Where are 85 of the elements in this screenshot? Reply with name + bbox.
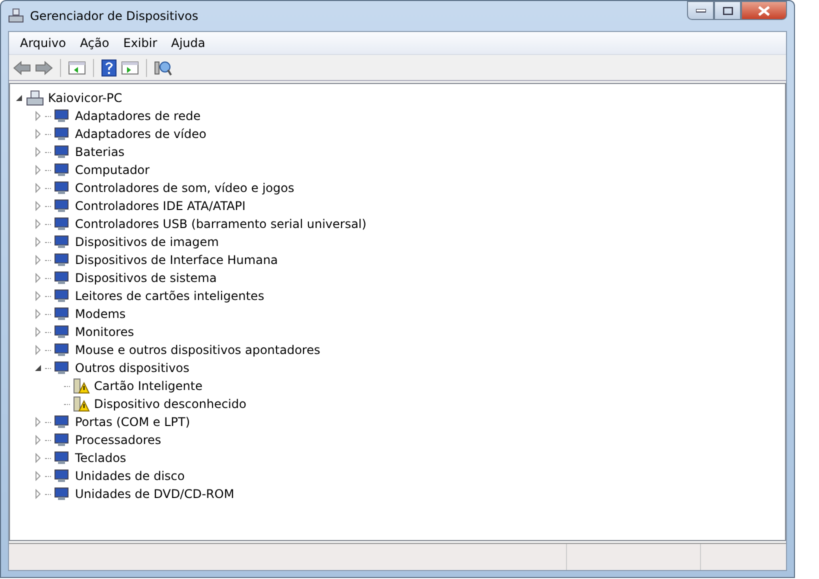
tree-item[interactable]: Leitores de cartões inteligentes	[75, 289, 264, 303]
expand-arrow-icon[interactable]	[33, 345, 43, 355]
device-icon	[53, 180, 71, 196]
device-icon	[53, 486, 71, 502]
tree-item[interactable]: Controladores USB (barramento serial universal)	[75, 217, 366, 231]
tree-item[interactable]: Teclados	[75, 451, 126, 465]
tree-item[interactable]: Unidades de disco	[75, 469, 185, 483]
close-icon	[758, 6, 770, 16]
tree-item[interactable]: Outros dispositivos	[75, 361, 190, 375]
tree-item[interactable]: Dispositivo desconhecido	[94, 397, 246, 411]
expand-arrow-icon[interactable]	[33, 111, 43, 121]
expand-arrow-icon[interactable]	[33, 165, 43, 175]
device-icon	[53, 324, 71, 340]
window-title: Gerenciador de Dispositivos	[30, 9, 200, 23]
expand-arrow-icon[interactable]	[33, 309, 43, 319]
tree-item[interactable]: Controladores IDE ATA/ATAPI	[75, 199, 246, 213]
tree-item[interactable]: Adaptadores de vídeo	[75, 127, 206, 141]
device-icon	[53, 216, 71, 232]
tree-item[interactable]: Kaiovicor-PC	[48, 91, 122, 105]
tree-item[interactable]: Controladores de som, vídeo e jogos	[75, 181, 294, 195]
device-icon	[53, 144, 71, 160]
warning-device-icon	[72, 396, 90, 412]
device-icon	[53, 126, 71, 142]
expand-arrow-icon[interactable]	[33, 471, 43, 481]
device-icon	[53, 288, 71, 304]
menu-item[interactable]: Ajuda	[164, 34, 212, 52]
tree-item[interactable]: Modems	[75, 307, 126, 321]
expand-arrow-icon[interactable]	[33, 291, 43, 301]
tree-item[interactable]: Adaptadores de rede	[75, 109, 201, 123]
back-icon[interactable]	[13, 60, 31, 74]
collapse-arrow-icon[interactable]	[33, 363, 43, 373]
device-icon	[53, 414, 71, 430]
menu-item[interactable]: Exibir	[116, 34, 164, 52]
tree-item[interactable]: Monitores	[75, 325, 134, 339]
device-manager-icon	[8, 8, 24, 24]
device-icon	[53, 468, 71, 484]
forward-icon[interactable]	[35, 60, 53, 74]
device-icon	[53, 252, 71, 268]
device-icon	[53, 234, 71, 250]
expand-arrow-icon[interactable]	[33, 417, 43, 427]
maximize-button[interactable]	[714, 1, 741, 20]
device-icon	[53, 306, 71, 322]
tree-item[interactable]: Mouse e outros dispositivos apontadores	[75, 343, 320, 357]
warning-device-icon	[72, 378, 90, 394]
device-icon	[53, 360, 71, 376]
tree-item[interactable]: Cartão Inteligente	[94, 379, 202, 393]
tree-item[interactable]: Baterias	[75, 145, 125, 159]
action-pane-icon[interactable]	[121, 60, 139, 76]
device-icon	[53, 342, 71, 358]
expand-arrow-icon[interactable]	[33, 435, 43, 445]
maximize-icon	[722, 6, 732, 14]
device-icon	[53, 450, 71, 466]
expand-arrow-icon[interactable]	[33, 327, 43, 337]
expand-arrow-icon[interactable]	[33, 201, 43, 211]
computer-icon	[26, 90, 44, 106]
tree-item[interactable]: Computador	[75, 163, 150, 177]
expand-arrow-icon[interactable]	[33, 129, 43, 139]
expand-arrow-icon[interactable]	[33, 183, 43, 193]
help-icon[interactable]	[101, 58, 117, 76]
minimize-icon	[696, 8, 706, 12]
collapse-arrow-icon[interactable]	[14, 93, 24, 103]
expand-arrow-icon[interactable]	[33, 255, 43, 265]
tree-item[interactable]: Processadores	[75, 433, 162, 447]
close-button[interactable]	[741, 1, 787, 20]
tree-item[interactable]: Portas (COM e LPT)	[75, 415, 190, 429]
expand-arrow-icon[interactable]	[33, 489, 43, 499]
device-icon	[53, 270, 71, 286]
menu-item[interactable]: Ação	[72, 34, 116, 52]
tree-item[interactable]: Unidades de DVD/CD-ROM	[75, 487, 234, 501]
minimize-button[interactable]	[687, 1, 714, 20]
device-icon	[53, 198, 71, 214]
expand-arrow-icon[interactable]	[33, 453, 43, 463]
expand-arrow-icon[interactable]	[33, 273, 43, 283]
tree-item[interactable]: Dispositivos de Interface Humana	[75, 253, 278, 267]
expand-arrow-icon[interactable]	[33, 237, 43, 247]
expand-arrow-icon[interactable]	[33, 147, 43, 157]
menu-item[interactable]: Arquivo	[13, 34, 73, 52]
device-icon	[53, 108, 71, 124]
device-icon	[53, 432, 71, 448]
tree-item[interactable]: Dispositivos de imagem	[75, 235, 219, 249]
console-tree-icon[interactable]	[68, 60, 86, 76]
device-icon	[53, 162, 71, 178]
tree-item[interactable]: Dispositivos de sistema	[75, 271, 217, 285]
scan-hardware-icon[interactable]	[154, 58, 172, 76]
expand-arrow-icon[interactable]	[33, 219, 43, 229]
